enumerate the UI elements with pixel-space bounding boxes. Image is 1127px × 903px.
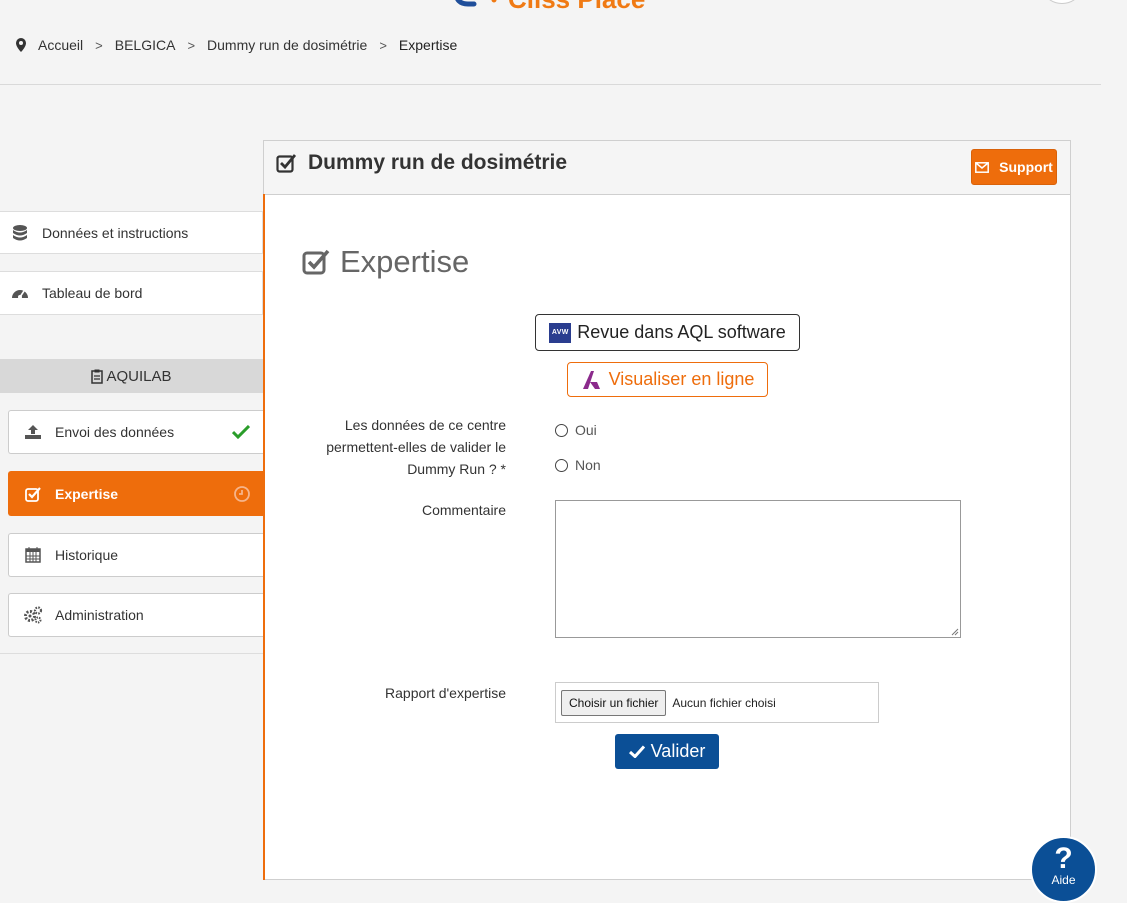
radio-label: Oui [575,422,597,438]
submit-button[interactable]: Valider [615,734,719,769]
help-label: Aide [1051,873,1076,887]
nav-envoi-donnees[interactable]: Envoi des données [8,410,264,454]
sidebar-group-aquilab: AQUILAB [0,359,263,393]
breadcrumb-separator: > [187,37,196,53]
validation-question-label: Les données de ce centre permettent-elle… [326,417,506,477]
check-square-icon [302,248,330,276]
file-status: Aucun fichier choisi [672,695,776,710]
nav-administration[interactable]: Administration [8,593,264,637]
logo-icon [455,0,497,7]
panel-accent-border [263,194,265,880]
radio-non[interactable]: Non [555,457,601,473]
section-title: Expertise [302,244,469,280]
nav-label: Historique [55,547,119,563]
aql-review-button[interactable]: AVW Revue dans AQL software [535,314,800,351]
support-button[interactable]: Support [971,149,1057,185]
comment-label: Commentaire [421,502,506,518]
help-button[interactable]: ? Aide [1030,836,1097,903]
sidebar-item-label: Tableau de bord [42,285,143,301]
report-label: Rapport d'expertise [385,685,506,701]
sidebar-item-tableau[interactable]: Tableau de bord [0,271,263,315]
gears-icon [23,606,43,624]
breadcrumb-accueil[interactable]: Accueil [38,37,83,53]
report-file-input: Choisir un fichier Aucun fichier choisi [555,682,879,723]
map-marker-icon [16,38,26,52]
visualize-online-label: Visualiser en ligne [608,369,755,389]
aql-review-label: Revue dans AQL software [577,322,786,342]
check-icon [628,745,645,758]
clipboard-icon [91,369,104,384]
radio-label: Non [575,457,601,473]
envelope-icon [975,161,990,173]
support-label: Support [999,159,1053,175]
breadcrumb-separator: > [95,37,103,53]
nav-historique[interactable]: Historique [8,533,264,577]
help-icon: ? [1054,842,1073,875]
clock-icon [234,485,250,502]
comment-textarea[interactable] [555,500,961,638]
header-divider [0,84,1101,85]
sidebar-divider [0,653,263,654]
breadcrumb-current: Expertise [398,37,458,53]
choose-file-button[interactable]: Choisir un fichier [561,689,667,716]
avw-logo-icon: AVW [549,322,572,343]
submit-label: Valider [650,741,706,761]
check-icon [232,425,250,439]
check-square-icon [276,153,296,173]
sidebar-item-label: Données et instructions [42,224,189,241]
logo-text: Cliss Place [508,0,645,15]
sidebar-item-donnees[interactable]: Données et instructions [0,211,263,254]
breadcrumb-separator: > [379,37,387,53]
breadcrumb-dummy-run[interactable]: Dummy run de dosimétrie [207,37,367,53]
nav-expertise[interactable]: Expertise [8,471,264,516]
user-avatar[interactable] [1045,0,1079,4]
radio-button[interactable] [555,423,568,437]
breadcrumb-belgica[interactable]: BELGICA [115,37,176,53]
resize-handle-icon[interactable] [951,628,959,636]
database-icon [10,224,30,241]
calendar-icon [23,547,43,563]
check-square-icon [23,486,43,502]
panel-title-text: Dummy run de dosimétrie [308,151,568,174]
section-title-text: Expertise [340,244,470,279]
panel-title: Dummy run de dosimétrie [276,151,567,175]
aquilab-logo-icon [581,370,603,390]
dashboard-icon [10,286,30,300]
nav-label: Administration [55,607,144,623]
nav-label: Expertise [55,485,119,502]
upload-icon [23,424,43,440]
nav-label: Envoi des données [55,424,175,440]
radio-oui[interactable]: Oui [555,422,597,438]
visualize-online-button[interactable]: Visualiser en ligne [567,362,768,397]
radio-button[interactable] [555,458,568,472]
sidebar-group-label: AQUILAB [106,367,172,385]
breadcrumb: Accueil > BELGICA > Dummy run de dosimét… [16,37,457,53]
